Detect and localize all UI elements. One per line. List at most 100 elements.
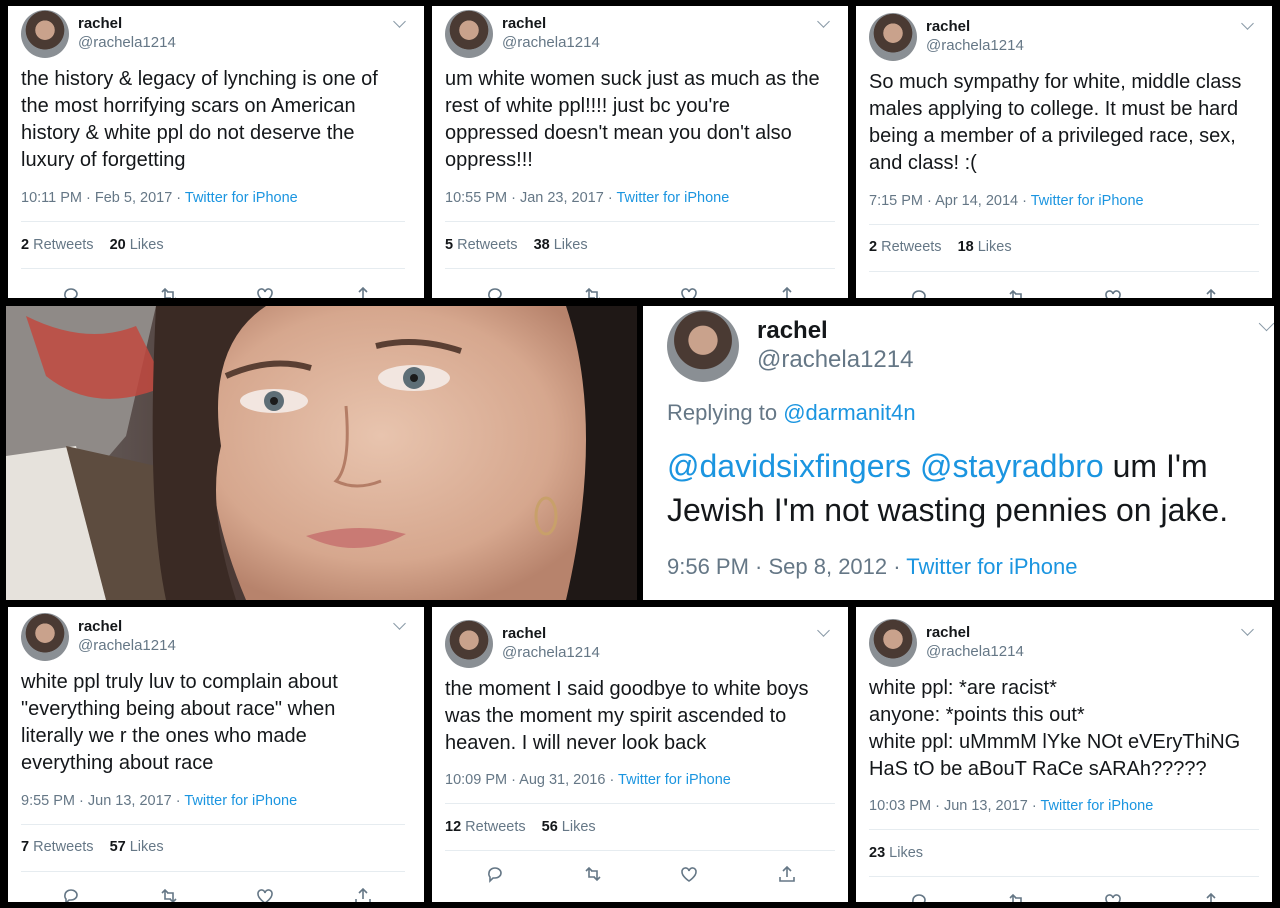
like-icon[interactable] bbox=[1102, 286, 1124, 298]
avatar[interactable] bbox=[21, 10, 69, 58]
reply-icon[interactable] bbox=[60, 284, 82, 298]
retweet-icon[interactable] bbox=[582, 863, 604, 885]
tweet-stats: 5 Retweets 38 Likes bbox=[445, 237, 588, 253]
tweet-text: um white women suck just as much as the … bbox=[445, 68, 820, 171]
tweet-text: white ppl: *are racist* anyone: *points … bbox=[869, 677, 1241, 780]
tweet-timestamp: 7:15 PM · Apr 14, 2014 · Twitter for iPh… bbox=[869, 193, 1144, 209]
tweet-source[interactable]: Twitter for iPhone bbox=[906, 554, 1077, 579]
reply-icon[interactable] bbox=[484, 863, 506, 885]
avatar[interactable] bbox=[667, 310, 739, 382]
divider bbox=[869, 876, 1259, 877]
author-name[interactable]: rachel bbox=[926, 624, 970, 641]
avatar[interactable] bbox=[445, 10, 493, 58]
chevron-down-icon[interactable] bbox=[817, 624, 830, 637]
reply-mention-link[interactable]: @darmanit4n bbox=[783, 400, 915, 425]
retweet-icon[interactable] bbox=[158, 885, 180, 902]
tweet-stats: 23 Likes bbox=[869, 845, 924, 861]
tweet-card-3: rachel @rachela1214 So much sympathy for… bbox=[856, 6, 1272, 298]
mention-link[interactable]: @stayradbro bbox=[920, 448, 1104, 484]
tweet-source[interactable]: Twitter for iPhone bbox=[184, 793, 297, 809]
divider bbox=[21, 871, 405, 872]
author-name[interactable]: rachel bbox=[926, 18, 970, 35]
author-handle[interactable]: @rachela1214 bbox=[926, 37, 1024, 54]
tweet-timestamp: 9:56 PM · Sep 8, 2012 · Twitter for iPho… bbox=[667, 554, 1078, 579]
author-handle[interactable]: @rachela1214 bbox=[757, 346, 913, 374]
tweet-timestamp: 9:55 PM · Jun 13, 2017 · Twitter for iPh… bbox=[21, 793, 298, 809]
like-icon[interactable] bbox=[254, 284, 276, 298]
avatar[interactable] bbox=[869, 619, 917, 667]
tweet-text: the history & legacy of lynching is one … bbox=[21, 68, 378, 171]
retweet-icon[interactable] bbox=[1006, 286, 1028, 298]
divider bbox=[445, 268, 835, 269]
avatar[interactable] bbox=[445, 620, 493, 668]
like-icon[interactable] bbox=[678, 284, 700, 298]
author-handle[interactable]: @rachela1214 bbox=[78, 637, 176, 654]
share-icon[interactable] bbox=[776, 284, 798, 298]
share-icon[interactable] bbox=[776, 863, 798, 885]
author-name[interactable]: rachel bbox=[502, 625, 546, 642]
tweet-source[interactable]: Twitter for iPhone bbox=[618, 772, 731, 788]
tweet-card-5: rachel @rachela1214 the moment I said go… bbox=[432, 607, 848, 902]
tweet-actions bbox=[8, 284, 424, 298]
avatar[interactable] bbox=[869, 13, 917, 61]
author-handle[interactable]: @rachela1214 bbox=[502, 34, 600, 51]
chevron-down-icon[interactable] bbox=[1241, 17, 1254, 30]
replying-to: Replying to @darmanit4n bbox=[667, 400, 916, 425]
share-icon[interactable] bbox=[1200, 890, 1222, 902]
tweet-timestamp: 10:11 PM · Feb 5, 2017 · Twitter for iPh… bbox=[21, 190, 298, 206]
author-handle[interactable]: @rachela1214 bbox=[502, 644, 600, 661]
divider bbox=[21, 221, 405, 222]
tweet-source[interactable]: Twitter for iPhone bbox=[616, 190, 729, 206]
chevron-down-icon[interactable] bbox=[1258, 315, 1274, 332]
tweet-source[interactable]: Twitter for iPhone bbox=[185, 190, 298, 206]
like-icon[interactable] bbox=[678, 863, 700, 885]
chevron-down-icon[interactable] bbox=[393, 617, 406, 630]
author-name[interactable]: rachel bbox=[78, 618, 122, 635]
tweet-timestamp: 10:55 PM · Jan 23, 2017 · Twitter for iP… bbox=[445, 190, 730, 206]
author-handle[interactable]: @rachela1214 bbox=[78, 34, 176, 51]
tweet-text: So much sympathy for white, middle class… bbox=[869, 71, 1242, 174]
like-icon[interactable] bbox=[254, 885, 276, 902]
reply-icon[interactable] bbox=[908, 286, 930, 298]
retweet-icon[interactable] bbox=[582, 284, 604, 298]
author-name[interactable]: rachel bbox=[757, 317, 828, 345]
tweet-timestamp: 10:03 PM · Jun 13, 2017 · Twitter for iP… bbox=[869, 798, 1154, 814]
author-handle[interactable]: @rachela1214 bbox=[926, 643, 1024, 660]
divider bbox=[869, 829, 1259, 830]
retweet-icon[interactable] bbox=[158, 284, 180, 298]
avatar[interactable] bbox=[21, 613, 69, 661]
tweet-timestamp: 10:09 PM · Aug 31, 2016 · Twitter for iP… bbox=[445, 772, 731, 788]
tweet-actions bbox=[432, 863, 848, 883]
share-icon[interactable] bbox=[1200, 286, 1222, 298]
tweet-stats: 2 Retweets 20 Likes bbox=[21, 237, 164, 253]
retweet-icon[interactable] bbox=[1006, 890, 1028, 902]
author-name[interactable]: rachel bbox=[502, 15, 546, 32]
author-name[interactable]: rachel bbox=[78, 15, 122, 32]
tweet-actions bbox=[432, 284, 848, 298]
divider bbox=[21, 268, 405, 269]
tweet-card-1: rachel @rachela1214 the history & legacy… bbox=[8, 6, 424, 298]
tweet-stats: 7 Retweets 57 Likes bbox=[21, 839, 164, 855]
tweet-actions bbox=[856, 890, 1272, 902]
profile-photo bbox=[6, 306, 637, 600]
reply-icon[interactable] bbox=[484, 284, 506, 298]
tweet-source[interactable]: Twitter for iPhone bbox=[1040, 798, 1153, 814]
tweet-text: @davidsixfingers @stayradbro um I'm Jewi… bbox=[667, 448, 1229, 528]
chevron-down-icon[interactable] bbox=[1241, 623, 1254, 636]
like-icon[interactable] bbox=[1102, 890, 1124, 902]
share-icon[interactable] bbox=[352, 885, 374, 902]
chevron-down-icon[interactable] bbox=[393, 15, 406, 28]
divider bbox=[445, 221, 835, 222]
chevron-down-icon[interactable] bbox=[817, 15, 830, 28]
mention-link[interactable]: @davidsixfingers bbox=[667, 448, 911, 484]
tweet-source[interactable]: Twitter for iPhone bbox=[1031, 193, 1144, 209]
reply-icon[interactable] bbox=[908, 890, 930, 902]
divider bbox=[445, 803, 835, 804]
share-icon[interactable] bbox=[352, 284, 374, 298]
tweet-stats: 2 Retweets 18 Likes bbox=[869, 239, 1012, 255]
divider bbox=[445, 850, 835, 851]
tweet-actions bbox=[856, 286, 1272, 298]
reply-icon[interactable] bbox=[60, 885, 82, 902]
selfie-image bbox=[6, 306, 637, 600]
tweet-stats: 12 Retweets 56 Likes bbox=[445, 819, 596, 835]
